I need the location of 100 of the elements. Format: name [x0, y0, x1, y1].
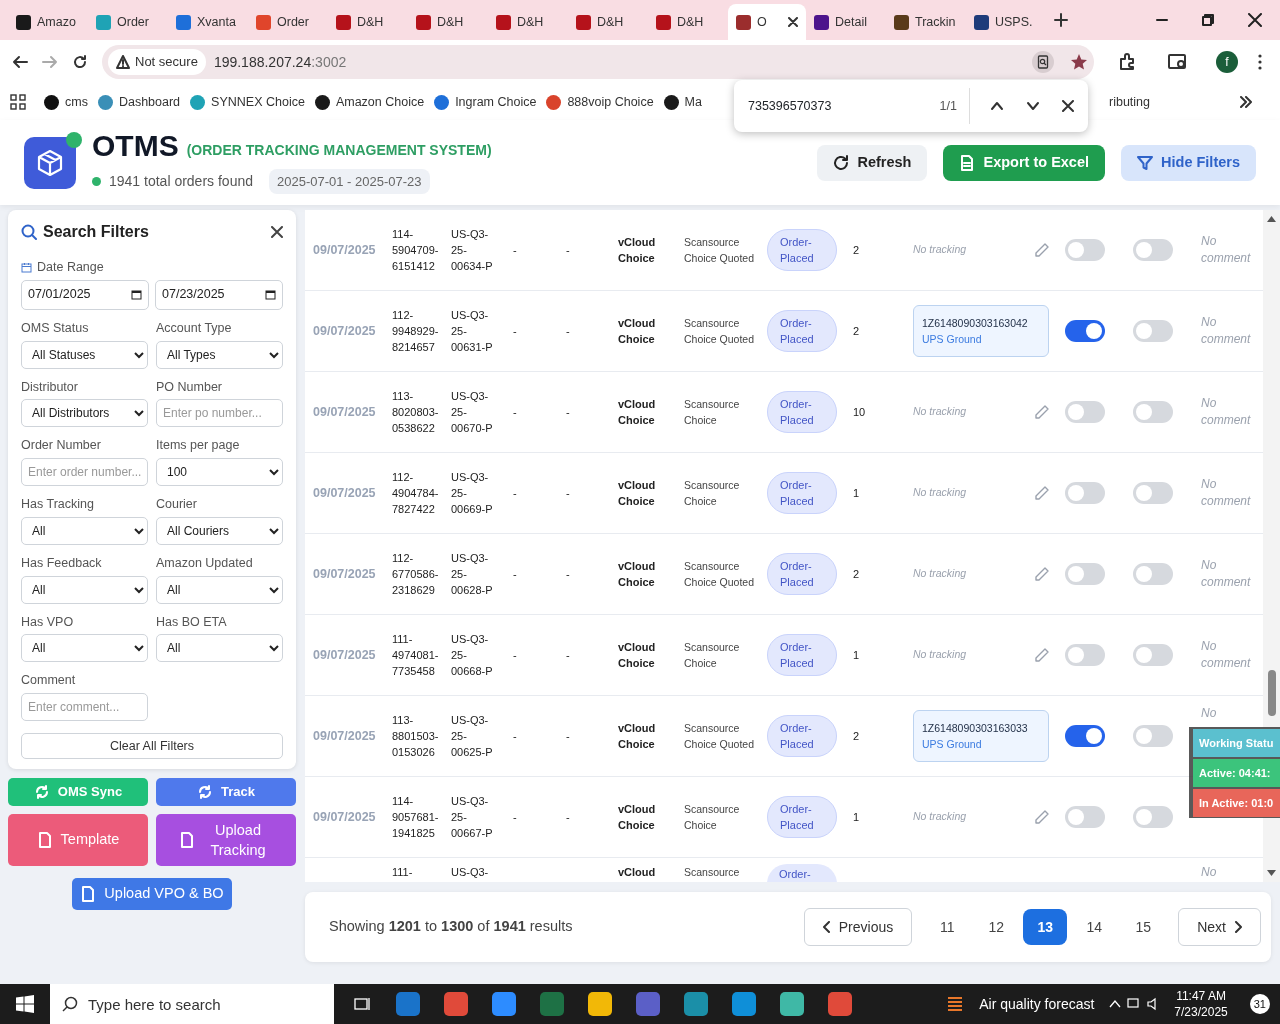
taskbar-app-icon[interactable] — [444, 992, 468, 1016]
reload-icon[interactable] — [72, 54, 88, 70]
bookmark[interactable]: SYNNEX Choice — [190, 92, 305, 112]
taskbar-app-icon[interactable] — [684, 992, 708, 1016]
select-field[interactable]: 100 — [156, 458, 283, 486]
upload-tracking-button[interactable]: Upload Tracking — [156, 814, 296, 866]
next-button[interactable]: Next — [1178, 908, 1261, 946]
bookmark[interactable]: Amazon Choice — [314, 92, 425, 112]
toggle-switch[interactable] — [1065, 320, 1105, 342]
taskbar-app-icon[interactable] — [492, 992, 516, 1016]
page-button[interactable]: 15 — [1121, 909, 1166, 945]
bookmark-star-icon[interactable] — [1070, 53, 1088, 71]
taskbar-app-icon[interactable] — [780, 992, 804, 1016]
close-icon[interactable] — [1248, 13, 1262, 27]
extensions-icon[interactable] — [1118, 53, 1136, 71]
find-query[interactable]: 735396570373 — [748, 96, 926, 116]
browser-tab[interactable]: D&H — [328, 4, 408, 40]
browser-tab[interactable]: D&H — [408, 4, 488, 40]
previous-match-icon[interactable] — [990, 99, 1004, 113]
notifications-badge[interactable]: 31 — [1249, 993, 1270, 1015]
select-field[interactable]: All — [21, 575, 148, 604]
browser-tab[interactable]: Order — [248, 4, 328, 40]
scrollbar-thumb[interactable] — [1268, 670, 1276, 716]
date-field[interactable]: 07/23/2025 — [155, 279, 283, 310]
restore-icon[interactable] — [1202, 14, 1214, 26]
upload-vpo-button[interactable]: Upload VPO & BO — [72, 878, 232, 910]
export-button[interactable]: Export to Excel — [943, 144, 1106, 181]
input-field[interactable]: Enter po number... — [156, 399, 283, 428]
browser-tab[interactable]: Trackin — [886, 4, 966, 40]
toggle-switch[interactable] — [1133, 320, 1173, 342]
close-icon[interactable] — [271, 226, 283, 238]
toggle-switch[interactable] — [1133, 725, 1173, 747]
next-match-icon[interactable] — [1026, 99, 1040, 113]
pencil-icon[interactable] — [1034, 485, 1050, 501]
browser-tab[interactable]: Detail — [806, 4, 886, 40]
clear-filters-button[interactable]: Clear All Filters — [21, 733, 283, 759]
input-field[interactable]: Enter comment... — [21, 693, 148, 721]
browser-tab[interactable]: D&H — [568, 4, 648, 40]
toggle-switch[interactable] — [1065, 482, 1105, 504]
pencil-icon[interactable] — [1034, 404, 1050, 420]
select-field[interactable]: All Couriers — [156, 516, 283, 545]
task-view-icon[interactable] — [354, 996, 372, 1012]
select-field[interactable]: All Distributors — [21, 399, 148, 428]
browser-tab[interactable]: D&H — [488, 4, 568, 40]
tracking-card[interactable]: 1Z6148090303163033 UPS Ground — [913, 710, 1049, 762]
select-field[interactable]: All — [21, 634, 148, 663]
page-button[interactable]: 12 — [974, 909, 1019, 945]
toggle-switch[interactable] — [1065, 563, 1105, 585]
toggle-switch[interactable] — [1065, 806, 1105, 828]
bookmark[interactable]: cms — [44, 92, 88, 112]
toggle-switch[interactable] — [1065, 725, 1105, 747]
toggle-switch[interactable] — [1065, 401, 1105, 423]
toggle-switch[interactable] — [1065, 239, 1105, 261]
windows-start-icon[interactable] — [16, 995, 34, 1013]
clock-time[interactable]: 11:47 AM — [1174, 988, 1228, 1004]
security-chip[interactable]: Not secure — [108, 49, 206, 75]
select-field[interactable]: All Statuses — [21, 340, 148, 369]
select-field[interactable]: All — [156, 575, 283, 604]
browser-tab[interactable]: Order — [88, 4, 168, 40]
calendar-icon[interactable] — [131, 289, 142, 301]
tab-search-icon[interactable] — [1168, 53, 1188, 71]
taskbar-app-icon[interactable] — [732, 992, 756, 1016]
back-icon[interactable] — [12, 54, 28, 70]
pencil-icon[interactable] — [1034, 647, 1050, 663]
taskbar-search[interactable]: Type here to search — [50, 984, 334, 1024]
select-field[interactable]: All Types — [156, 340, 283, 369]
more-bookmarks-icon[interactable] — [1240, 96, 1252, 108]
weather-text[interactable]: Air quality forecast — [979, 993, 1095, 1015]
new-tab-icon[interactable] — [1054, 13, 1068, 27]
scroll-down-icon[interactable] — [1267, 870, 1276, 876]
browser-tab[interactable]: D&H — [648, 4, 728, 40]
browser-tab[interactable]: USPS. — [966, 4, 1046, 40]
pencil-icon[interactable] — [1034, 242, 1050, 258]
browser-tab[interactable]: Amazo — [8, 4, 88, 40]
page-button[interactable]: 13 — [1023, 909, 1068, 945]
taskbar-app-icon[interactable] — [828, 992, 852, 1016]
bookmark[interactable]: 888voip Choice — [546, 92, 654, 112]
toggle-switch[interactable] — [1133, 563, 1173, 585]
search-icon[interactable] — [62, 996, 78, 1012]
toggle-switch[interactable] — [1133, 644, 1173, 666]
scroll-up-icon[interactable] — [1267, 216, 1276, 222]
taskbar-app-icon[interactable] — [396, 992, 420, 1016]
toggle-switch[interactable] — [1133, 401, 1173, 423]
select-field[interactable]: All — [21, 516, 148, 545]
calendar-icon[interactable] — [265, 289, 276, 301]
profile-avatar[interactable]: f — [1216, 51, 1238, 73]
previous-button[interactable]: Previous — [803, 908, 913, 946]
bookmark[interactable]: ributing — [1109, 92, 1150, 112]
browser-tab[interactable]: Xvanta — [168, 4, 248, 40]
track-button[interactable]: Track — [156, 778, 296, 806]
browser-tab[interactable]: O — [728, 4, 806, 40]
refresh-button[interactable]: Refresh — [817, 144, 928, 181]
apps-grid-icon[interactable] — [10, 94, 26, 110]
date-field[interactable]: 07/01/2025 — [21, 279, 149, 310]
tracking-card[interactable]: 1Z6148090303163042 UPS Ground — [913, 305, 1049, 357]
toggle-switch[interactable] — [1065, 644, 1105, 666]
pencil-icon[interactable] — [1034, 566, 1050, 582]
close-icon[interactable] — [788, 17, 798, 27]
clock-date[interactable]: 7/23/2025 — [1174, 1004, 1228, 1020]
toggle-switch[interactable] — [1133, 806, 1173, 828]
